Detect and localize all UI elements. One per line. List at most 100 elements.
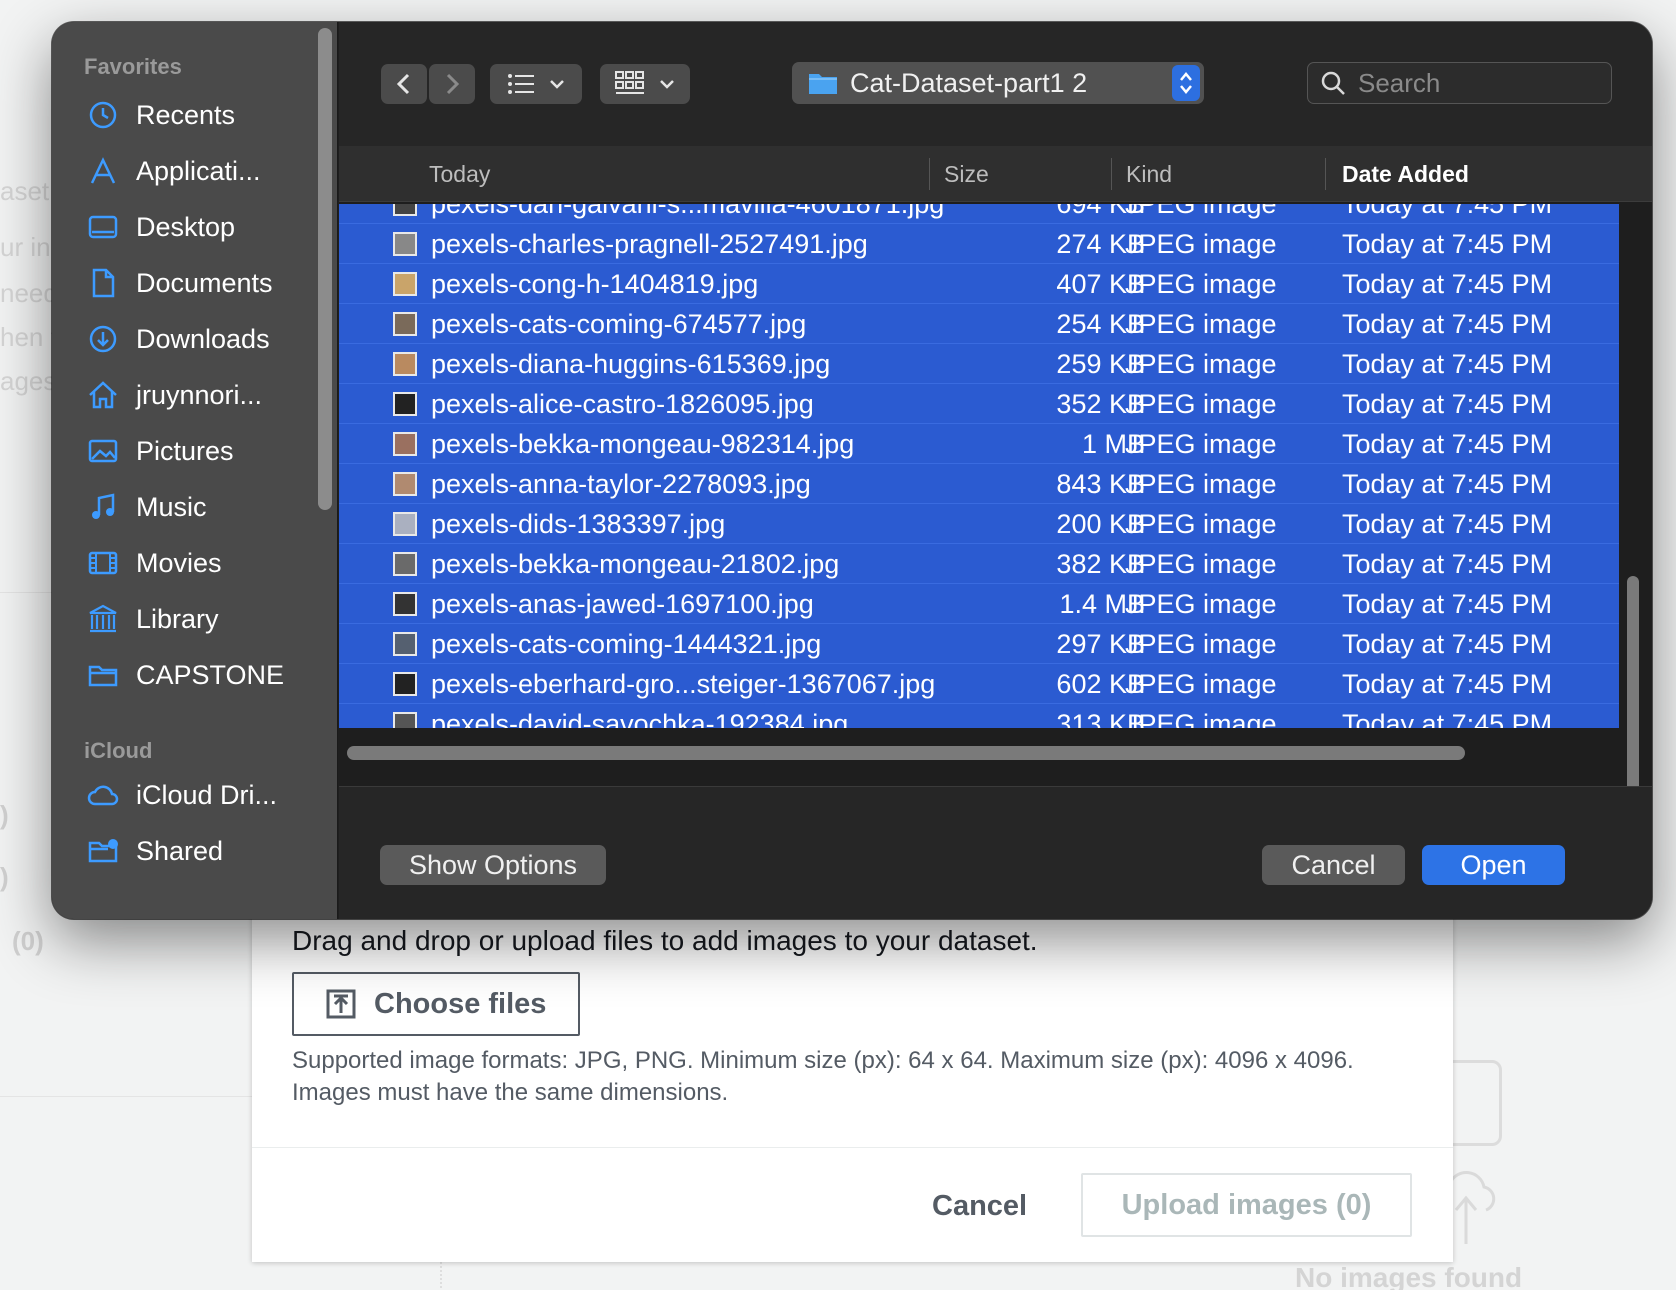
sidebar-scrollbar[interactable] xyxy=(318,28,332,510)
sidebar-item-label: Shared xyxy=(136,835,224,866)
open-button[interactable]: Open xyxy=(1422,845,1565,885)
file-thumbnail-icon xyxy=(393,592,417,616)
file-row[interactable]: pexels-alice-castro-1826095.jpg 352 KB JPE… xyxy=(339,384,1619,424)
folder-icon xyxy=(809,74,837,94)
file-thumbnail-icon xyxy=(393,272,417,296)
file-thumbnail-icon xyxy=(393,472,417,496)
file-row[interactable]: pexels-diana-huggins-615369.jpg 259 KB JPE… xyxy=(339,344,1619,384)
sidebar-item-label: Pictures xyxy=(136,435,234,466)
supported-formats-line: Supported image formats: JPG, PNG. Minim… xyxy=(292,1047,1354,1074)
column-separator[interactable] xyxy=(929,158,930,190)
file-row[interactable]: pexels-dan-galvani-s...mavilia-4601871.j… xyxy=(339,204,1619,224)
file-name: pexels-cats-coming-674577.jpg xyxy=(431,309,807,339)
shared-folder-icon xyxy=(88,839,118,863)
file-row[interactable]: pexels-dids-1383397.jpg 200 KB JPEG image T… xyxy=(339,504,1619,544)
movies-icon xyxy=(88,551,118,575)
file-kind: JPEG image xyxy=(1125,389,1277,419)
sidebar-item-pictures[interactable]: Pictures xyxy=(86,426,326,476)
bg-divider xyxy=(0,592,60,593)
file-name: pexels-dids-1383397.jpg xyxy=(431,509,726,539)
sidebar-item-music[interactable]: Music xyxy=(86,482,326,532)
file-row[interactable]: pexels-bekka-mongeau-21802.jpg 382 KB JPEG… xyxy=(339,544,1619,584)
horizontal-scrollbar-track xyxy=(339,740,1623,766)
file-name: pexels-dan-galvani-s...mavilia-4601871.j… xyxy=(431,204,945,219)
file-thumbnail-icon xyxy=(393,232,417,256)
file-row[interactable]: pexels-cong-h-1404819.jpg 407 KB JPEG imag… xyxy=(339,264,1619,304)
back-button[interactable] xyxy=(381,64,427,104)
cancel-button[interactable]: Cancel xyxy=(932,1190,1027,1223)
location-popup[interactable]: Cat-Dataset-part1 2 xyxy=(792,62,1204,104)
file-row[interactable]: pexels-anna-taylor-2278093.jpg 843 KB JPEG… xyxy=(339,464,1619,504)
file-row[interactable]: pexels-eberhard-gro...steiger-1367067.jp… xyxy=(339,664,1619,704)
column-separator[interactable] xyxy=(1111,158,1112,190)
chevron-down-icon xyxy=(550,80,564,89)
file-date-added: Today at 7:45 PM xyxy=(1342,709,1553,728)
sidebar-item-movies[interactable]: Movies xyxy=(86,538,326,588)
file-name: pexels-anas-jawed-1697100.jpg xyxy=(431,589,814,619)
show-options-button[interactable]: Show Options xyxy=(380,845,606,885)
sidebar-item-capstone[interactable]: CAPSTONE xyxy=(86,650,326,700)
clock-icon xyxy=(89,101,117,129)
column-header-date-added[interactable]: Date Added xyxy=(1342,146,1469,202)
sidebar-item-label: Downloads xyxy=(136,323,270,354)
list-view-button[interactable] xyxy=(490,64,582,104)
sidebar-item-label: iCloud Dri... xyxy=(136,779,278,810)
file-date-added: Today at 7:45 PM xyxy=(1342,349,1553,379)
file-row[interactable]: pexels-bekka-mongeau-982314.jpg 1 MB JPEG … xyxy=(339,424,1619,464)
pictures-icon xyxy=(88,439,118,463)
up-down-chevron-icon xyxy=(1180,72,1192,94)
sidebar-item-home[interactable]: jruynnori... xyxy=(86,370,326,420)
supported-formats-text: Supported image formats: JPG, PNG. Minim… xyxy=(292,1045,1412,1109)
file-date-added: Today at 7:45 PM xyxy=(1342,509,1553,539)
sidebar-item-library[interactable]: Library xyxy=(86,594,326,644)
sidebar-item-downloads[interactable]: Downloads xyxy=(86,314,326,364)
file-kind: JPEG image xyxy=(1125,429,1277,459)
choose-files-button[interactable]: Choose files xyxy=(292,972,580,1036)
sidebar-item-applications[interactable]: Applicati... xyxy=(86,146,326,196)
sidebar-item-label: Documents xyxy=(136,267,273,298)
file-date-added: Today at 7:45 PM xyxy=(1342,469,1553,499)
file-name: pexels-anna-taylor-2278093.jpg xyxy=(431,469,811,499)
search-input[interactable] xyxy=(1358,67,1588,99)
dialog-cancel-button[interactable]: Cancel xyxy=(1262,845,1405,885)
file-row[interactable]: pexels-anas-jawed-1697100.jpg 1.4 MB JPEG … xyxy=(339,584,1619,624)
file-date-added: Today at 7:45 PM xyxy=(1342,549,1553,579)
sidebar-item-shared[interactable]: Shared xyxy=(86,826,326,876)
file-thumbnail-icon xyxy=(393,672,417,696)
sidebar-item-icloud-drive[interactable]: iCloud Dri... xyxy=(86,770,326,820)
upload-modal: Drag and drop or upload files to add ima… xyxy=(252,905,1453,1262)
sidebar-item-desktop[interactable]: Desktop xyxy=(86,202,326,252)
column-separator[interactable] xyxy=(1325,158,1326,190)
column-header-name[interactable]: Today xyxy=(429,146,490,202)
file-name: pexels-cong-h-1404819.jpg xyxy=(431,269,759,299)
column-header-size[interactable]: Size xyxy=(944,146,989,202)
sidebar-item-documents[interactable]: Documents xyxy=(86,258,326,308)
file-kind: JPEG image xyxy=(1125,469,1277,499)
group-view-button[interactable] xyxy=(600,64,690,104)
file-row[interactable]: pexels-charles-pragnell-2527491.jpg 274 K… xyxy=(339,224,1619,264)
forward-button[interactable] xyxy=(429,64,475,104)
chevron-left-icon xyxy=(396,73,410,95)
column-header-kind[interactable]: Kind xyxy=(1126,146,1172,202)
finder-sidebar: Favorites Recents Applicati... Desktop D… xyxy=(52,22,338,919)
sidebar-item-label: Recents xyxy=(136,99,236,130)
search-field[interactable] xyxy=(1307,62,1612,104)
bg-dotted-line xyxy=(440,1262,442,1290)
upload-images-button[interactable]: Upload images (0) xyxy=(1081,1173,1412,1237)
drag-drop-text: Drag and drop or upload files to add ima… xyxy=(292,925,1038,956)
file-thumbnail-icon xyxy=(393,392,417,416)
sidebar-item-recents[interactable]: Recents xyxy=(86,90,326,140)
list-view-icon xyxy=(508,74,534,94)
file-thumbnail-icon xyxy=(393,352,417,376)
file-kind: JPEG image xyxy=(1125,269,1277,299)
upload-icon xyxy=(326,989,356,1019)
file-row[interactable]: pexels-cats-coming-1444321.jpg 297 KB JPEG… xyxy=(339,624,1619,664)
location-stepper[interactable] xyxy=(1172,65,1200,101)
file-kind: JPEG image xyxy=(1125,309,1277,339)
file-row[interactable]: pexels-david-savochka-192384.jpg 313 KB JP… xyxy=(339,704,1619,728)
file-kind: JPEG image xyxy=(1125,709,1277,728)
file-row[interactable]: pexels-cats-coming-674577.jpg 254 KB JPEG … xyxy=(339,304,1619,344)
horizontal-scrollbar[interactable] xyxy=(347,746,1465,760)
no-images-text: No images found xyxy=(1295,1262,1523,1290)
file-name: pexels-bekka-mongeau-982314.jpg xyxy=(431,429,855,459)
